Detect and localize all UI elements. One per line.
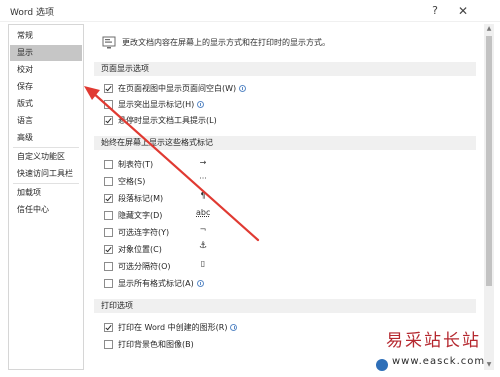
info-icon[interactable] bbox=[196, 279, 204, 287]
option-label: 显示突出显示标记(H) bbox=[118, 99, 195, 109]
checkbox[interactable] bbox=[104, 99, 113, 109]
option-label: 段落标记(M) bbox=[118, 193, 164, 203]
checkbox[interactable] bbox=[104, 193, 113, 203]
option-print-drawings[interactable]: 打印在 Word 中创建的图形(R) bbox=[104, 321, 238, 333]
sidebar-item-save[interactable]: 保存 bbox=[10, 79, 82, 95]
watermark-url: www.easck.com bbox=[392, 356, 486, 367]
option-label: 悬停时显示文档工具提示(L) bbox=[118, 115, 217, 125]
info-icon[interactable] bbox=[197, 100, 205, 108]
option-optional-breaks[interactable]: 可选分隔符(O) bbox=[104, 260, 171, 272]
page-description: 更改文档内容在屏幕上的显示方式和在打印时的显示方式。 bbox=[122, 38, 330, 47]
watermark-logo-icon bbox=[376, 359, 388, 371]
checkbox[interactable] bbox=[104, 176, 113, 186]
sidebar-item-layout[interactable]: 版式 bbox=[10, 96, 82, 112]
option-show-highlighter-marks[interactable]: 显示突出显示标记(H) bbox=[104, 98, 205, 110]
option-print-background[interactable]: 打印背景色和图像(B) bbox=[104, 338, 194, 350]
option-label: 打印在 Word 中创建的图形(R) bbox=[118, 322, 228, 332]
checkbox[interactable] bbox=[104, 210, 113, 220]
option-label: 对象位置(C) bbox=[118, 244, 162, 254]
option-label: 可选分隔符(O) bbox=[118, 261, 171, 271]
help-button[interactable]: ? bbox=[422, 1, 448, 21]
sidebar-item-language[interactable]: 语言 bbox=[10, 113, 82, 129]
checkbox[interactable] bbox=[104, 83, 113, 93]
display-icon bbox=[102, 36, 116, 49]
watermark-title: 易采站长站 bbox=[386, 331, 481, 351]
section-header-page-display: 页面显示选项 bbox=[94, 62, 476, 76]
display-options-panel: 更改文档内容在屏幕上的显示方式和在打印时的显示方式。 页面显示选项 在页面视图中… bbox=[90, 24, 482, 370]
option-show-tooltips-on-hover[interactable]: 悬停时显示文档工具提示(L) bbox=[104, 114, 217, 126]
info-icon[interactable] bbox=[239, 84, 247, 92]
option-label: 隐藏文字(D) bbox=[118, 210, 163, 220]
sidebar-item-add-ins[interactable]: 加载项 bbox=[10, 185, 82, 201]
optional-hyphen-mark-icon: ¬ bbox=[199, 225, 207, 234]
sidebar-item-trust-center[interactable]: 信任中心 bbox=[10, 202, 82, 218]
sidebar-item-quick-access-toolbar[interactable]: 快速访问工具栏 bbox=[10, 166, 82, 182]
options-sidebar: 常规 显示 校对 保存 版式 语言 高级 自定义功能区 快速访问工具栏 加载项 … bbox=[8, 24, 84, 370]
sidebar-item-display[interactable]: 显示 bbox=[10, 45, 82, 61]
checkbox[interactable] bbox=[104, 227, 113, 237]
option-show-whitespace[interactable]: 在页面视图中显示页面间空白(W) bbox=[104, 82, 247, 94]
site-watermark: 易采站长站 www.easck.com bbox=[372, 326, 500, 377]
sidebar-divider bbox=[13, 147, 79, 148]
option-spaces[interactable]: 空格(S) bbox=[104, 175, 145, 187]
sidebar-item-proofing[interactable]: 校对 bbox=[10, 62, 82, 78]
option-object-anchors[interactable]: 对象位置(C) bbox=[104, 243, 162, 255]
option-label: 制表符(T) bbox=[118, 159, 154, 169]
checkbox[interactable] bbox=[104, 261, 113, 271]
option-label: 可选连字符(Y) bbox=[118, 227, 170, 237]
vertical-scrollbar[interactable]: ▲ ▼ bbox=[484, 24, 494, 370]
info-icon[interactable] bbox=[230, 323, 238, 331]
anchor-icon: ⚓ bbox=[198, 241, 208, 251]
section-header-print-options: 打印选项 bbox=[94, 299, 476, 313]
checkbox[interactable] bbox=[104, 339, 113, 349]
checkbox[interactable] bbox=[104, 115, 113, 125]
option-label: 空格(S) bbox=[118, 176, 146, 186]
space-mark-icon: ··· bbox=[199, 174, 207, 183]
scroll-up-icon[interactable]: ▲ bbox=[484, 24, 494, 34]
option-show-all-formatting-marks[interactable]: 显示所有格式标记(A) bbox=[104, 277, 204, 289]
checkbox[interactable] bbox=[104, 159, 113, 169]
option-paragraph-marks[interactable]: 段落标记(M) bbox=[104, 192, 163, 204]
sidebar-divider bbox=[13, 183, 79, 184]
option-optional-hyphens[interactable]: 可选连字符(Y) bbox=[104, 226, 169, 238]
hidden-text-mark-icon: abc bbox=[196, 208, 211, 217]
optional-break-mark-icon: ▯ bbox=[200, 259, 206, 268]
checkbox[interactable] bbox=[104, 322, 113, 332]
scrollbar-thumb[interactable] bbox=[486, 36, 492, 286]
checkbox[interactable] bbox=[104, 244, 113, 254]
option-tab-characters[interactable]: 制表符(T) bbox=[104, 158, 153, 170]
sidebar-item-advanced[interactable]: 高级 bbox=[10, 130, 82, 146]
option-label: 显示所有格式标记(A) bbox=[118, 278, 194, 288]
option-label: 在页面视图中显示页面间空白(W) bbox=[118, 83, 237, 93]
option-hidden-text[interactable]: 隐藏文字(D) bbox=[104, 209, 162, 221]
title-bar: Word 选项 ? ✕ bbox=[0, 0, 500, 22]
tab-mark-icon: → bbox=[199, 158, 207, 167]
section-header-formatting-marks: 始终在屏幕上显示这些格式标记 bbox=[94, 136, 476, 150]
sidebar-item-customize-ribbon[interactable]: 自定义功能区 bbox=[10, 149, 82, 165]
window-title: Word 选项 bbox=[10, 8, 54, 18]
close-button[interactable]: ✕ bbox=[450, 1, 476, 21]
paragraph-mark-icon: ¶ bbox=[200, 191, 206, 200]
option-label: 打印背景色和图像(B) bbox=[118, 339, 194, 349]
sidebar-item-general[interactable]: 常规 bbox=[10, 28, 82, 44]
checkbox[interactable] bbox=[104, 278, 113, 288]
